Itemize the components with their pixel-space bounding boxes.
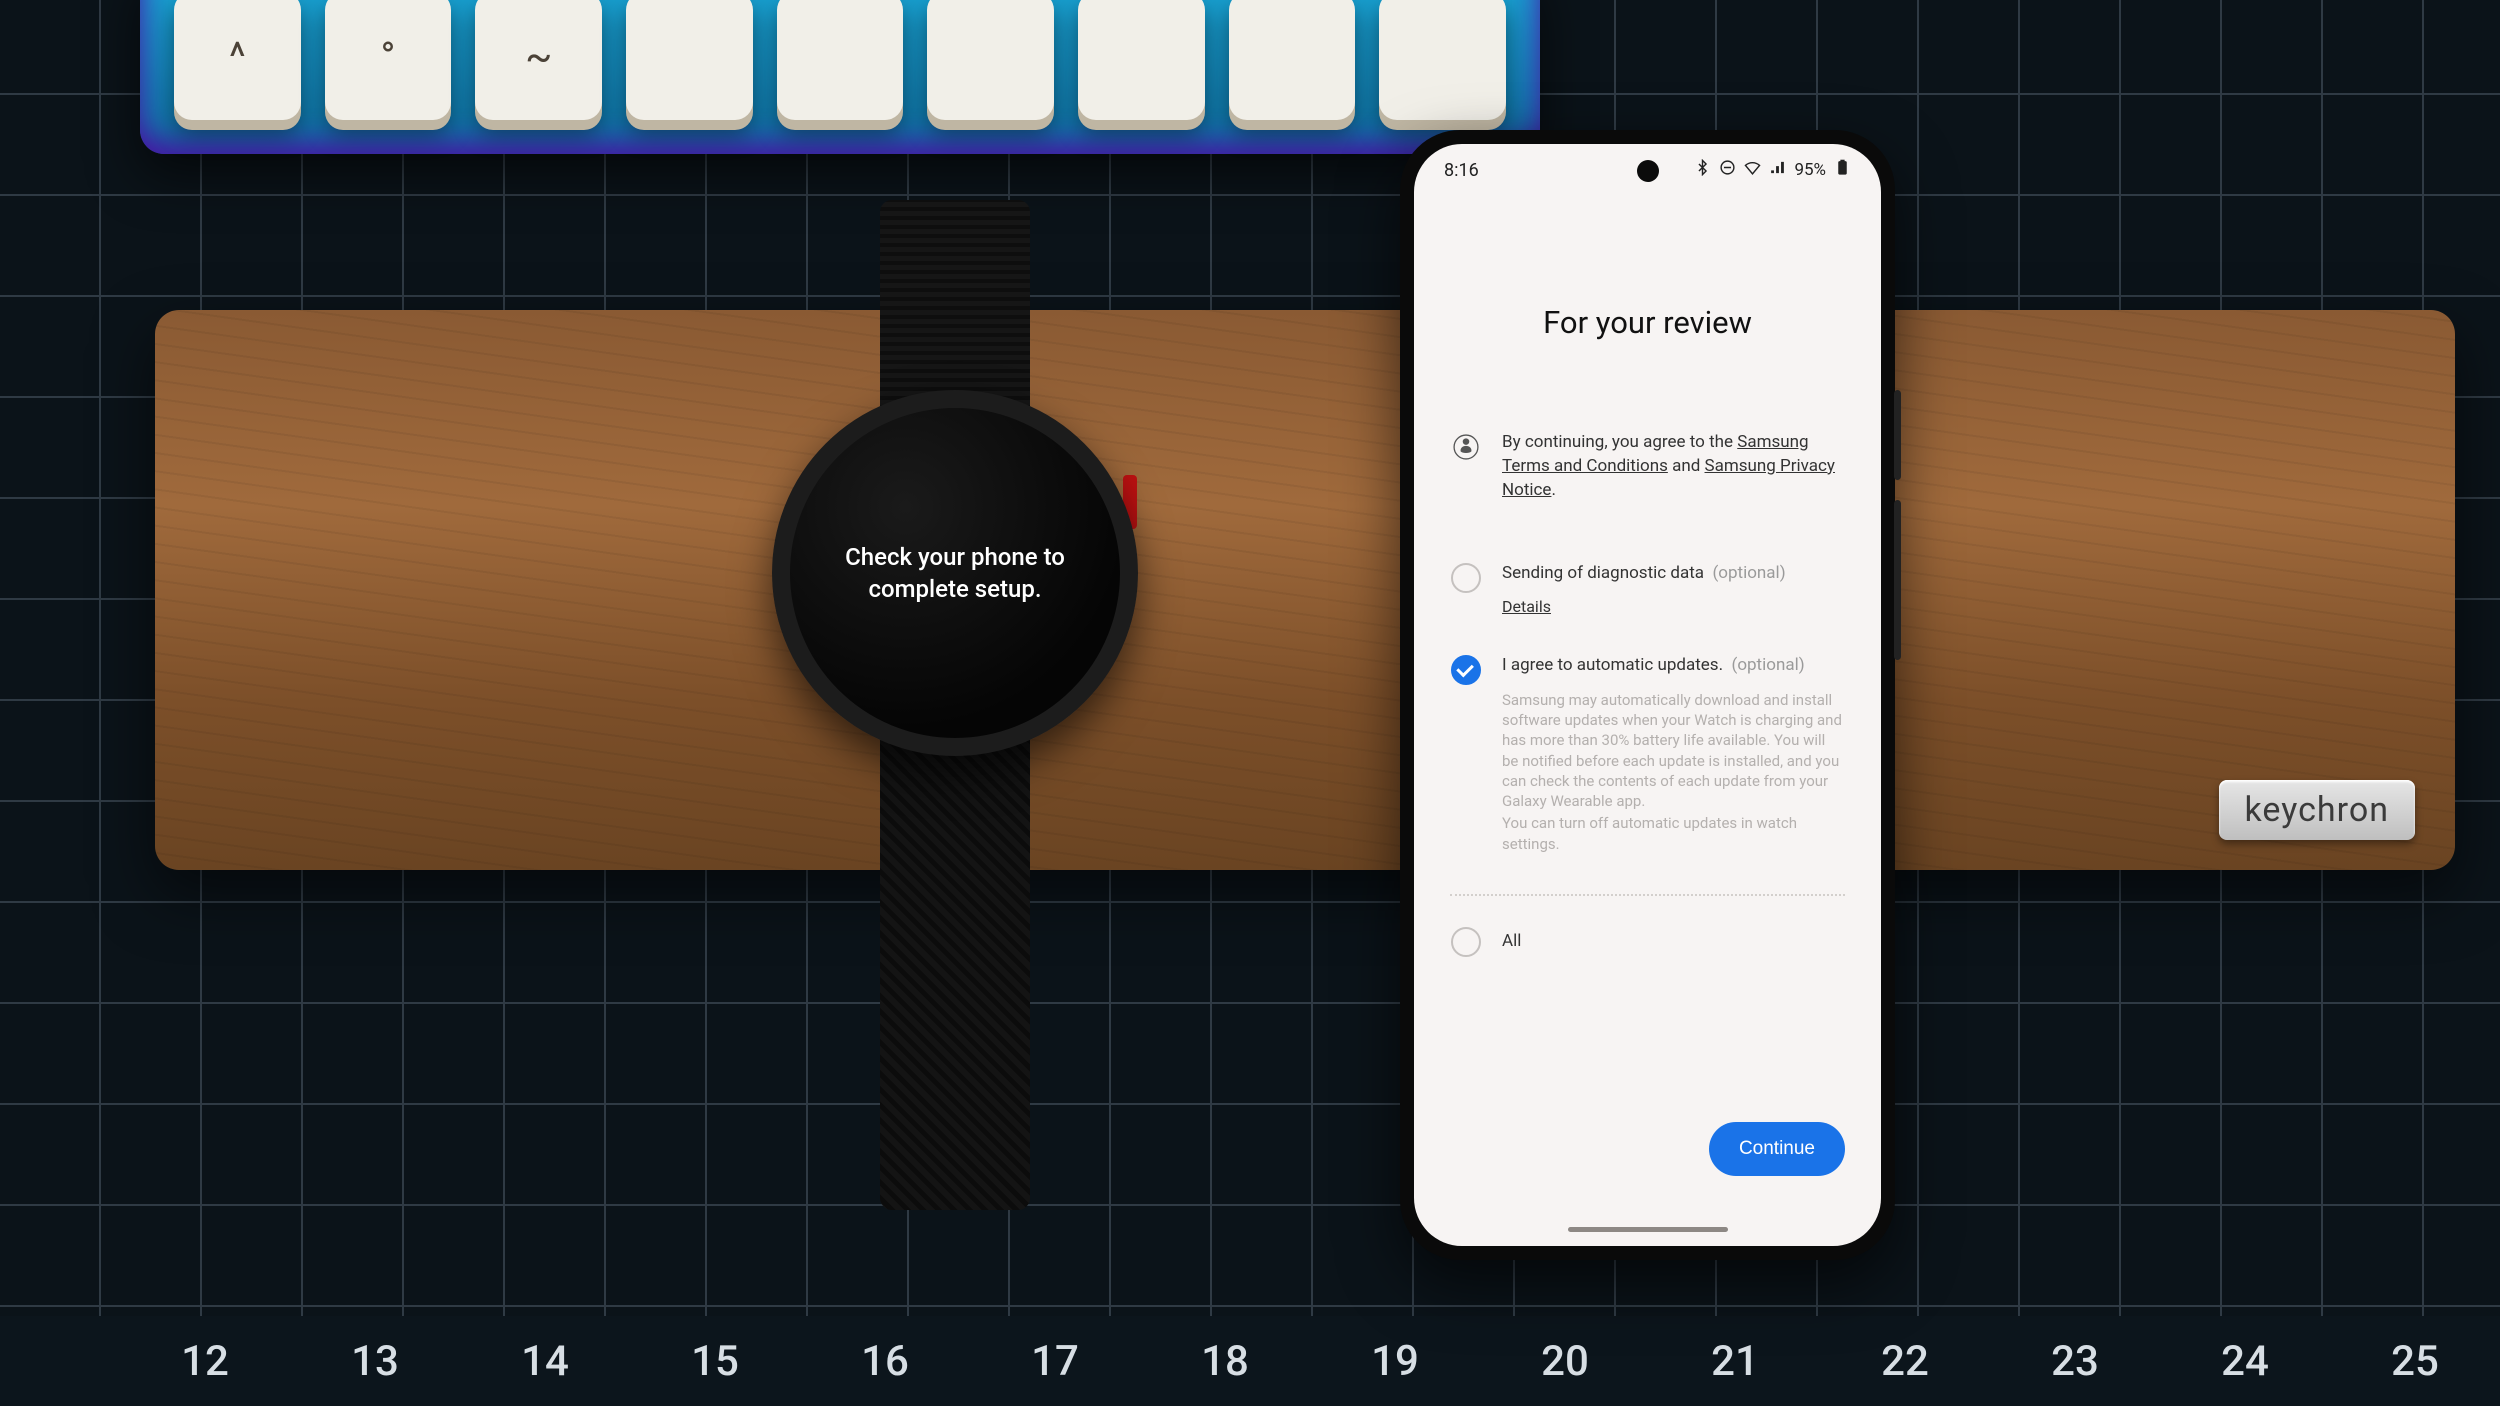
status-time: 8:16 xyxy=(1444,160,1479,181)
all-checkbox[interactable] xyxy=(1451,927,1481,957)
diagnostic-details-link[interactable]: Details xyxy=(1502,596,1551,618)
auto-updates-checkbox[interactable] xyxy=(1451,655,1481,685)
dnd-icon xyxy=(1719,159,1736,181)
gesture-bar[interactable] xyxy=(1568,1227,1728,1232)
auto-updates-row[interactable]: I agree to automatic updates. (optional)… xyxy=(1450,654,1845,854)
phone-side-button xyxy=(1894,390,1901,480)
terms-row: By continuing, you agree to the Samsung … xyxy=(1450,431,1845,502)
keycap xyxy=(927,0,1054,120)
auto-updates-label: I agree to automatic updates. xyxy=(1502,655,1723,675)
wooden-wrist-rest: keychron xyxy=(155,310,2455,870)
keycap: ^ xyxy=(174,0,301,120)
bluetooth-icon xyxy=(1694,159,1711,181)
page-title: For your review xyxy=(1450,304,1845,341)
phone: 8:16 xyxy=(1400,130,1895,1260)
keycap xyxy=(626,0,753,120)
auto-updates-description: Samsung may automatically download and i… xyxy=(1502,690,1845,812)
keycap xyxy=(777,0,904,120)
mechanical-keyboard: ^ ° ~ xyxy=(140,0,1540,154)
phone-screen: 8:16 xyxy=(1414,144,1881,1246)
battery-icon xyxy=(1834,159,1851,181)
watch-strap-bottom xyxy=(880,740,1030,1210)
wifi-icon xyxy=(1744,159,1761,181)
diagnostic-label: Sending of diagnostic data xyxy=(1502,563,1704,583)
signal-icon xyxy=(1769,159,1786,181)
keycap xyxy=(1078,0,1205,120)
ruler-strip: 121314 151617 181920 212223 2425 xyxy=(0,1316,2500,1406)
continue-button[interactable]: Continue xyxy=(1709,1122,1845,1176)
keycap: ° xyxy=(325,0,452,120)
watch-message: Check your phone to complete setup. xyxy=(790,541,1120,606)
keycap xyxy=(1229,0,1356,120)
keycap xyxy=(1379,0,1506,120)
all-row[interactable]: All xyxy=(1450,926,1845,958)
keychron-badge: keychron xyxy=(2219,780,2415,840)
terms-text: By continuing, you agree to the Samsung … xyxy=(1502,431,1845,502)
diagnostic-row[interactable]: Sending of diagnostic data (optional) De… xyxy=(1450,562,1845,620)
all-label: All xyxy=(1502,930,1845,954)
auto-updates-description-2: You can turn off automatic updates in wa… xyxy=(1502,813,1845,854)
watch-face: Check your phone to complete setup. xyxy=(772,390,1138,756)
divider xyxy=(1450,894,1845,896)
smartwatch: Check your phone to complete setup. xyxy=(800,200,1110,1210)
keycap: ~ xyxy=(475,0,602,120)
phone-volume-button xyxy=(1894,500,1901,660)
privacy-icon xyxy=(1450,431,1482,463)
diagnostic-checkbox[interactable] xyxy=(1451,563,1481,593)
optional-tag: (optional) xyxy=(1732,655,1805,675)
battery-percent: 95% xyxy=(1794,160,1826,180)
status-bar: 8:16 xyxy=(1414,144,1881,196)
